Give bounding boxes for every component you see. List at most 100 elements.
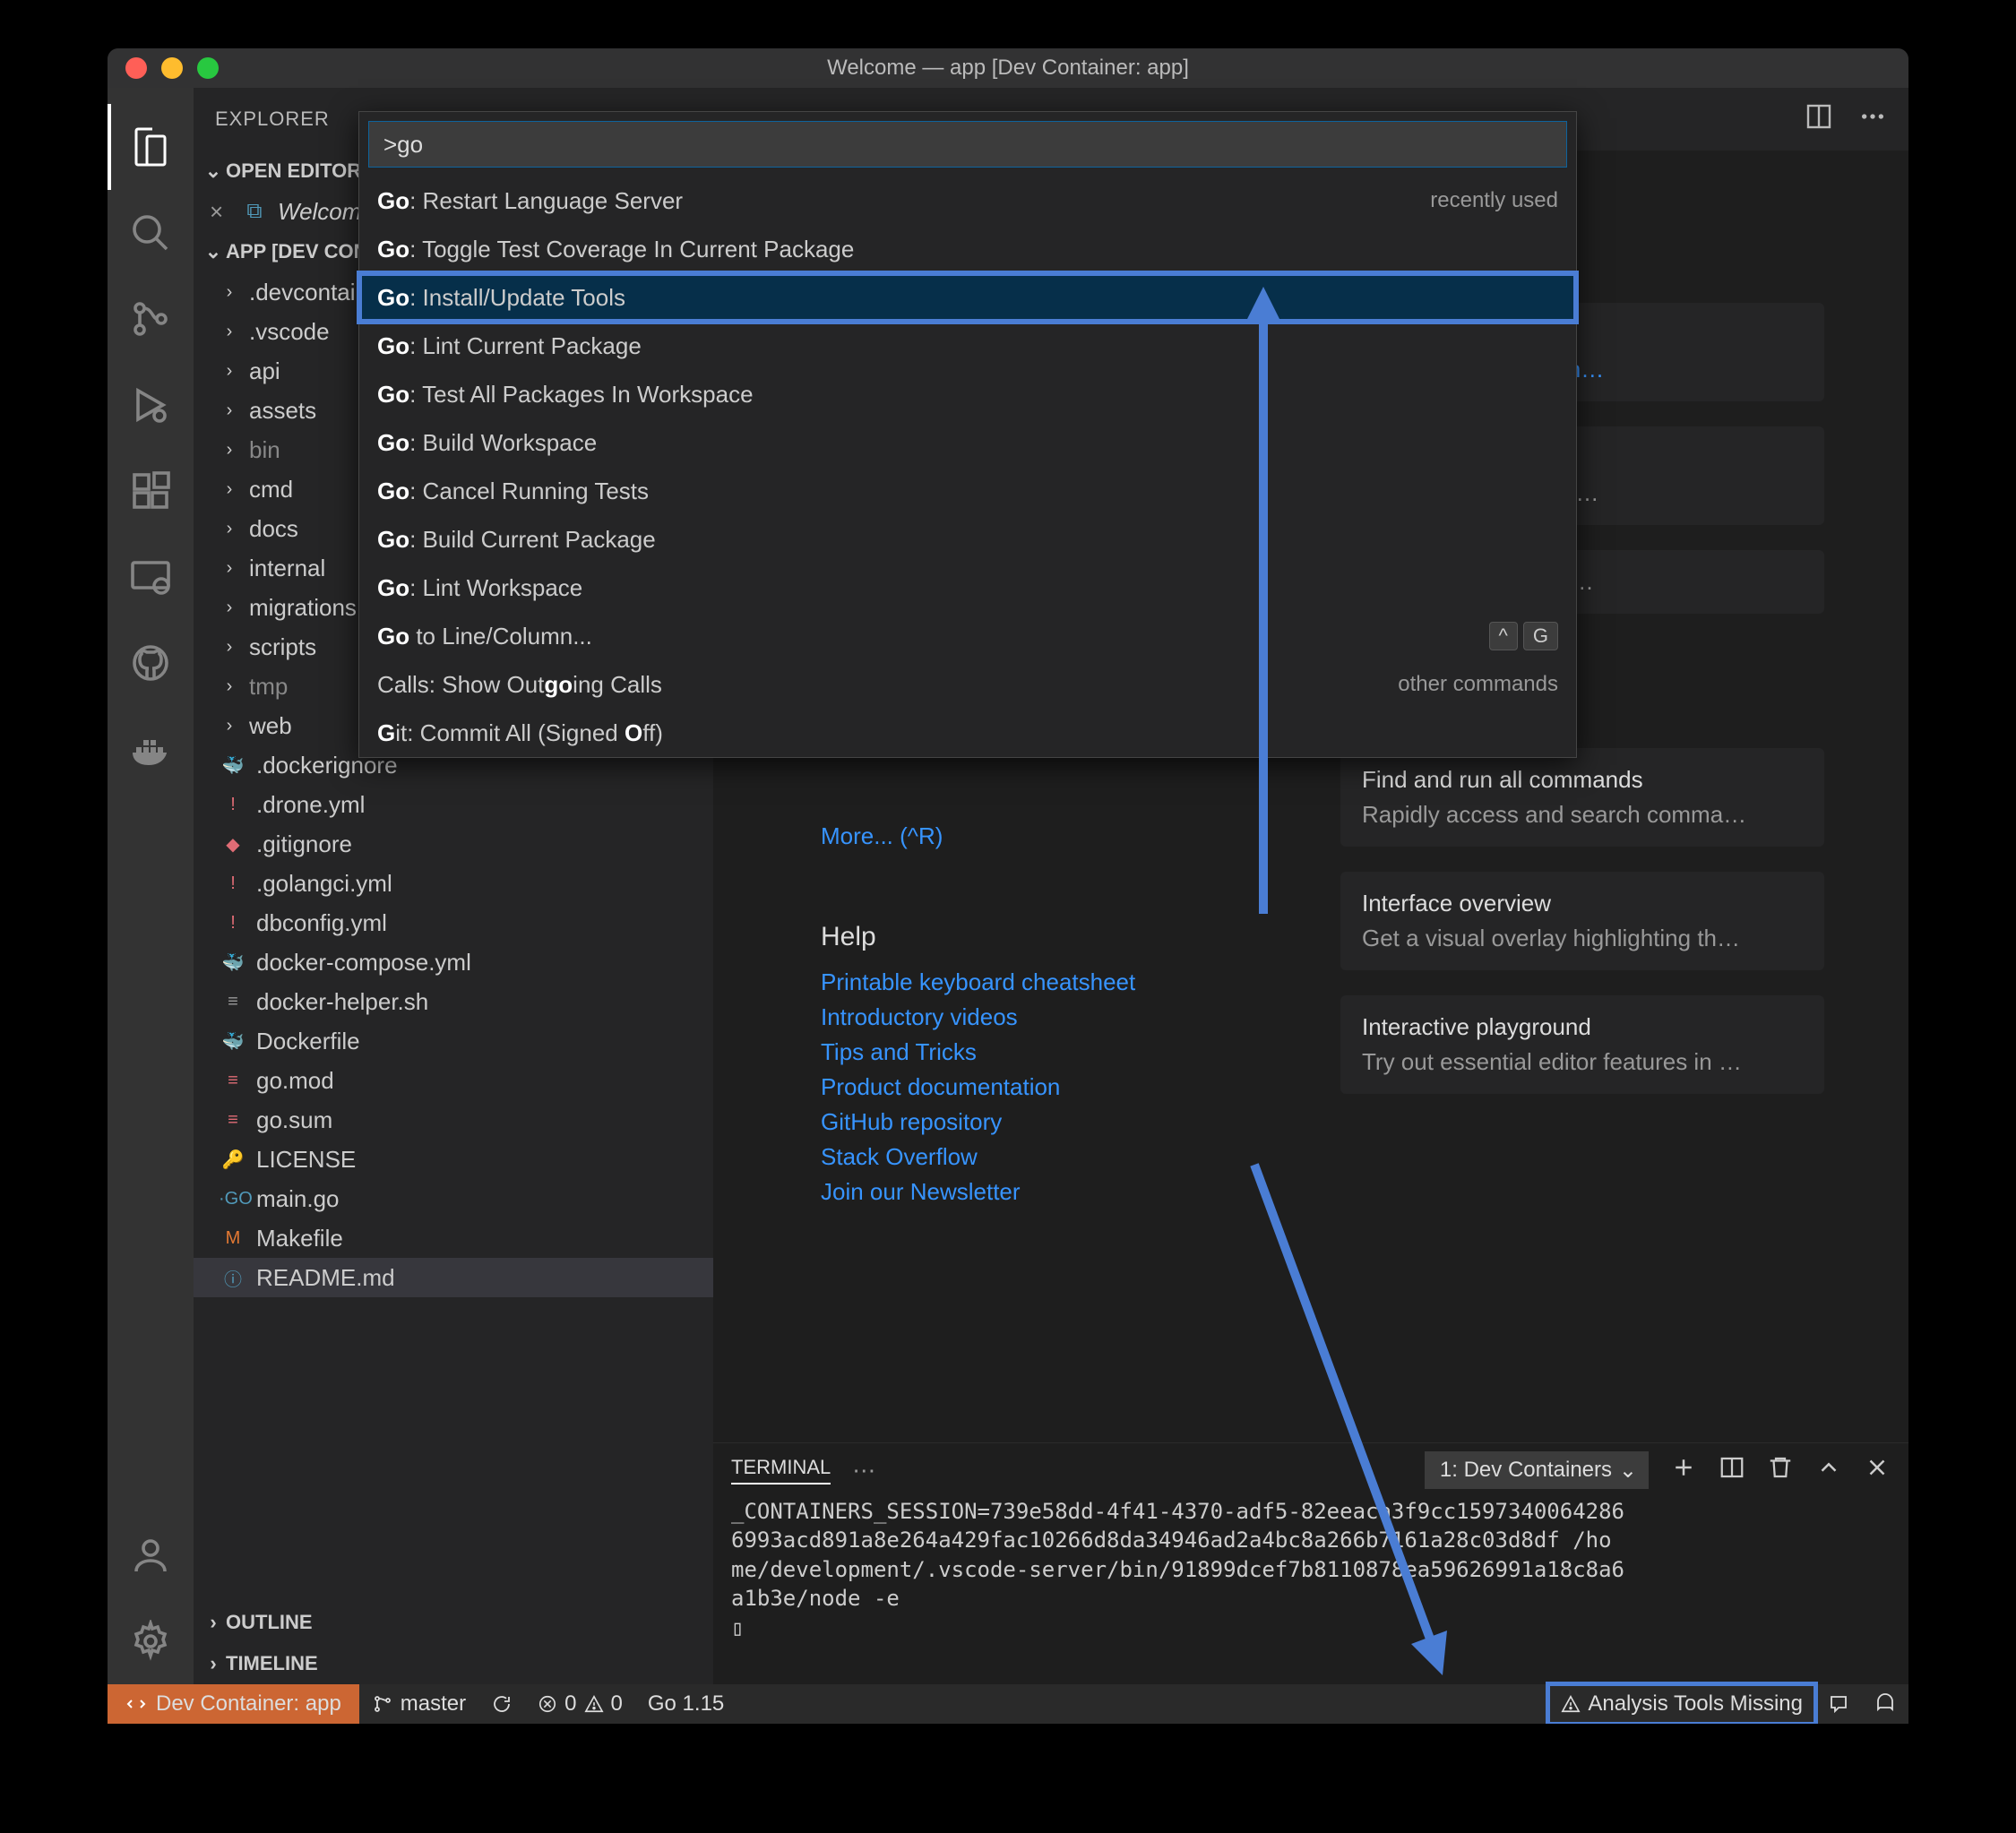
chevron-right-icon: › [219, 479, 240, 500]
docker-icon[interactable] [108, 706, 194, 792]
chevron-down-icon: ⌄ [1619, 1458, 1637, 1484]
command-label: Go: Cancel Running Tests [377, 478, 649, 505]
explorer-icon[interactable] [108, 104, 194, 190]
kill-terminal-icon[interactable] [1767, 1454, 1794, 1487]
remote-explorer-icon[interactable] [108, 534, 194, 620]
terminal-output[interactable]: _CONTAINERS_SESSION=739e58dd-4f41-4370-a… [713, 1497, 1908, 1684]
file-icon: ≡ [219, 1071, 247, 1091]
remote-indicator[interactable]: Dev Container: app [108, 1684, 359, 1724]
more-recent-link[interactable]: More... (^R) [821, 822, 1322, 850]
file-item[interactable]: 🐳 docker-compose.yml [194, 942, 713, 982]
search-icon[interactable] [108, 190, 194, 276]
command-palette-item[interactable]: Calls: Show Outgoing Callsother commands [359, 660, 1576, 709]
file-icon: 🐳 [219, 1030, 247, 1053]
learn-card-desc: Rapidly access and search comma… [1362, 801, 1803, 829]
command-palette-item[interactable]: Go: Install/Update Tools [359, 273, 1576, 322]
file-item[interactable]: ! .drone.yml [194, 785, 713, 824]
file-item[interactable]: ⓘ README.md [194, 1258, 713, 1297]
chevron-right-icon: › [219, 637, 240, 658]
help-link[interactable]: Stack Overflow [821, 1143, 1322, 1171]
run-debug-icon[interactable] [108, 362, 194, 448]
close-panel-icon[interactable] [1864, 1454, 1891, 1487]
command-label: Go to Line/Column... [377, 623, 592, 650]
close-window-button[interactable] [125, 57, 147, 79]
command-label: Go: Build Current Package [377, 526, 656, 554]
git-branch-status[interactable]: master [359, 1684, 478, 1724]
learn-card[interactable]: Interface overview Get a visual overlay … [1340, 872, 1824, 970]
file-item[interactable]: ≡ go.mod [194, 1061, 713, 1100]
file-icon: 🐳 [219, 951, 247, 974]
file-item[interactable]: ! .golangci.yml [194, 864, 713, 903]
chevron-right-icon: › [219, 598, 240, 618]
command-palette-item[interactable]: Go: Lint Current Package [359, 322, 1576, 370]
file-icon: M [219, 1228, 247, 1249]
notifications-icon[interactable] [1862, 1684, 1908, 1724]
accounts-icon[interactable] [108, 1512, 194, 1598]
command-palette-item[interactable]: Go: Lint Workspace [359, 564, 1576, 612]
panel-overflow-icon[interactable]: ⋯ [852, 1457, 875, 1484]
file-icon: ·GO [219, 1189, 247, 1209]
command-palette-item[interactable]: Go to Line/Column...^G [359, 612, 1576, 660]
analysis-tools-missing-status[interactable]: Analysis Tools Missing [1548, 1684, 1815, 1724]
close-icon[interactable]: × [210, 198, 231, 226]
command-palette-item[interactable]: Go: Build Current Package [359, 515, 1576, 564]
maximize-panel-icon[interactable] [1815, 1454, 1842, 1487]
file-item[interactable]: ≡ go.sum [194, 1100, 713, 1140]
go-version-status[interactable]: Go 1.15 [635, 1684, 737, 1724]
file-item[interactable]: ! dbconfig.yml [194, 903, 713, 942]
command-palette-item[interactable]: Go: Restart Language Serverrecently used [359, 176, 1576, 225]
command-palette-item[interactable]: Go: Build Workspace [359, 418, 1576, 467]
learn-card[interactable]: Interactive playground Try out essential… [1340, 995, 1824, 1094]
terminal-tab[interactable]: TERMINAL [731, 1456, 831, 1484]
chevron-down-icon: ⌄ [201, 159, 226, 183]
file-icon: ! [219, 913, 247, 934]
learn-card-title: Find and run all commands [1362, 766, 1803, 794]
github-icon[interactable] [108, 620, 194, 706]
command-palette-input[interactable]: >go [368, 121, 1567, 168]
file-icon: 🐳 [219, 754, 247, 777]
file-item[interactable]: 🔑 LICENSE [194, 1140, 713, 1179]
feedback-icon[interactable] [1815, 1684, 1862, 1724]
help-link[interactable]: Printable keyboard cheatsheet [821, 968, 1322, 996]
terminal-selector[interactable]: 1: Dev Containers ⌄ [1425, 1451, 1649, 1489]
file-name: go.mod [256, 1067, 713, 1095]
source-control-icon[interactable] [108, 276, 194, 362]
terminal-header: TERMINAL ⋯ 1: Dev Containers ⌄ [713, 1443, 1908, 1497]
chevron-right-icon: › [201, 1611, 226, 1634]
split-terminal-icon[interactable] [1719, 1454, 1745, 1487]
command-palette-item[interactable]: Git: Commit All (Signed Off) [359, 709, 1576, 757]
minimize-window-button[interactable] [161, 57, 183, 79]
file-icon: ≡ [219, 992, 247, 1012]
settings-gear-icon[interactable] [108, 1598, 194, 1684]
command-palette-item[interactable]: Go: Cancel Running Tests [359, 467, 1576, 515]
file-item[interactable]: ◆ .gitignore [194, 824, 713, 864]
file-name: README.md [256, 1264, 713, 1292]
file-item[interactable]: ·GO main.go [194, 1179, 713, 1218]
command-palette-item[interactable]: Go: Test All Packages In Workspace [359, 370, 1576, 418]
help-link[interactable]: GitHub repository [821, 1108, 1322, 1136]
file-item[interactable]: ≡ docker-helper.sh [194, 982, 713, 1021]
command-label: Calls: Show Outgoing Calls [377, 671, 662, 699]
new-terminal-icon[interactable] [1670, 1454, 1697, 1487]
help-link[interactable]: Introductory videos [821, 1003, 1322, 1031]
split-editor-icon[interactable] [1805, 102, 1833, 137]
help-link[interactable]: Join our Newsletter [821, 1178, 1322, 1206]
file-item[interactable]: M Makefile [194, 1218, 713, 1258]
help-link[interactable]: Product documentation [821, 1073, 1322, 1101]
file-icon: ◆ [219, 833, 247, 856]
command-label: Go: Toggle Test Coverage In Current Pack… [377, 236, 854, 263]
sync-status[interactable] [478, 1684, 525, 1724]
chevron-right-icon: › [219, 519, 240, 539]
more-actions-icon[interactable] [1858, 102, 1887, 137]
maximize-window-button[interactable] [197, 57, 219, 79]
chevron-right-icon: › [219, 282, 240, 303]
command-palette-item[interactable]: Go: Toggle Test Coverage In Current Pack… [359, 225, 1576, 273]
problems-status[interactable]: 0 0 [525, 1684, 635, 1724]
timeline-header[interactable]: › TIMELINE [194, 1643, 713, 1684]
learn-card-desc: Get a visual overlay highlighting th… [1362, 925, 1803, 952]
file-item[interactable]: 🐳 Dockerfile [194, 1021, 713, 1061]
outline-header[interactable]: › OUTLINE [194, 1602, 713, 1643]
extensions-icon[interactable] [108, 448, 194, 534]
help-link[interactable]: Tips and Tricks [821, 1038, 1322, 1066]
learn-card[interactable]: Find and run all commands Rapidly access… [1340, 748, 1824, 847]
